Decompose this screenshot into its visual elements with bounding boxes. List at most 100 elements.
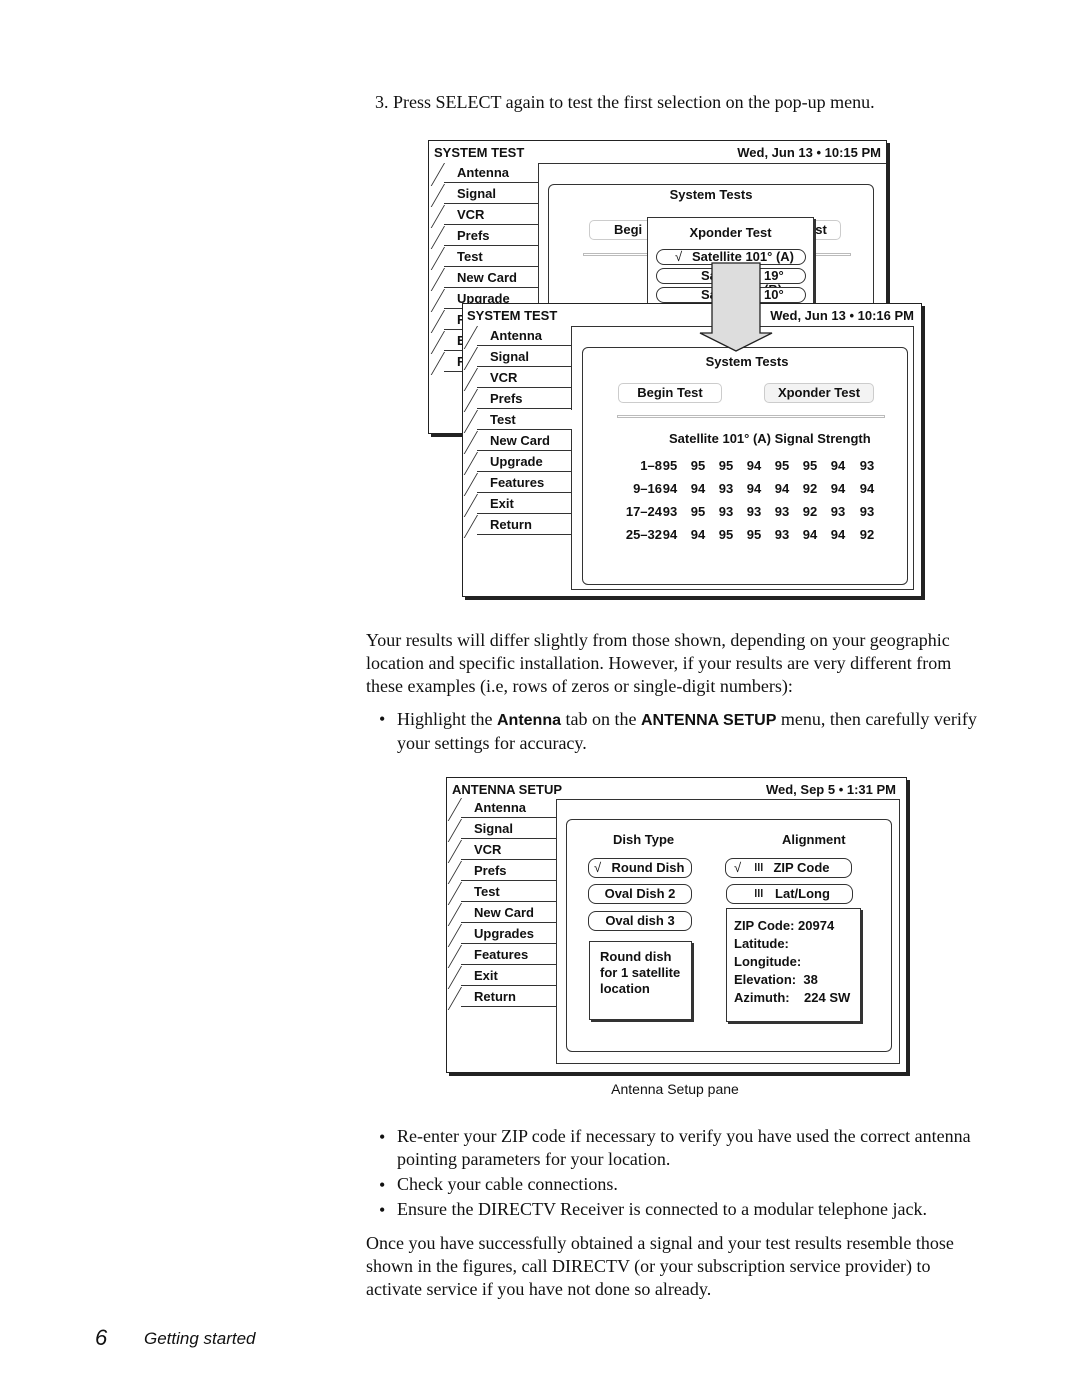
paragraph-activate: Once you have successfully obtained a si… [366,1233,954,1299]
dish-description: Round dish for 1 satellite location [589,941,692,1020]
signal-value: 94 [662,481,678,496]
signal-value: 95 [718,458,734,473]
tab-test[interactable]: Test [477,410,572,430]
signal-value: 92 [802,504,818,519]
tab-features[interactable]: Features [477,473,572,493]
signal-value: 93 [859,458,875,473]
signal-value: 93 [746,504,762,519]
latitude-value: Latitude: [734,936,789,951]
signal-strength-title: Satellite 101° (A) Signal Strength [669,431,871,446]
tab-test[interactable]: Test [444,247,539,267]
check-icon: √ [594,860,602,875]
tab-vcr[interactable]: VCR [477,368,572,388]
screen-title: SYSTEM TEST [467,308,558,323]
panel-title: System Tests [669,187,753,202]
signal-value: 95 [690,458,706,473]
signal-value: 93 [718,504,734,519]
signal-value: 93 [830,504,846,519]
tab-prefs[interactable]: Prefs [477,389,572,409]
button-label: Round Dish [611,860,685,875]
signal-value: 94 [690,481,706,496]
separator [617,415,885,418]
tab-prefs[interactable]: Prefs [444,226,539,246]
screen-datetime: Wed, Jun 13 • 10:15 PM [737,145,881,160]
signal-value: 95 [662,458,678,473]
signal-value: 93 [859,504,875,519]
tab-return[interactable]: Return [477,515,572,535]
signal-value: 95 [802,458,818,473]
screen-datetime: Wed, Sep 5 • 1:31 PM [765,782,896,797]
signal-value: 93 [774,527,790,542]
row-label: 1–8 [640,458,662,473]
dish-type-label: Dish Type [613,832,675,847]
tab-new-card[interactable]: New Card [461,903,557,923]
tab-return[interactable]: Return [461,987,557,1007]
tab-signal[interactable]: Signal [477,347,572,367]
round-dish-button[interactable]: √ Round Dish [588,858,692,878]
system-test-screen-front: SYSTEM TEST Wed, Jun 13 • 10:16 PM Anten… [462,303,922,597]
zip-code-button[interactable]: √ ZIP Code [725,858,852,878]
alignment-label: Alignment [782,832,846,847]
tab-features[interactable]: Features [461,945,557,965]
tab-vcr[interactable]: VCR [444,205,539,225]
bullet-zip: Re-enter your ZIP code if necessary to v… [397,1126,971,1169]
keypad-icon [755,863,764,871]
signal-value: 94 [859,481,875,496]
tab-upgrade[interactable]: Upgrade [477,452,572,472]
antenna-setup-term: ANTENNA SETUP [640,712,777,729]
signal-value: 94 [830,481,846,496]
oval-dish-3-button[interactable]: Oval dish 3 [588,911,692,931]
bullet-antenna: Highlight the Antenna tab on the ANTENNA… [397,708,987,755]
tab-antenna[interactable]: Antenna [461,798,557,818]
tab-signal[interactable]: Signal [461,819,557,839]
step-3-text: 3. Press SELECT again to test the first … [375,92,875,112]
screen-title: ANTENNA SETUP [452,782,563,797]
tab-test[interactable]: Test [461,882,557,902]
tab-upgrades[interactable]: Upgrades [461,924,557,944]
tab-exit[interactable]: Exit [477,494,572,514]
begin-test-button[interactable]: Begin Test [618,383,722,403]
screen-datetime: Wed, Jun 13 • 10:16 PM [770,308,914,323]
signal-value: 95 [690,504,706,519]
bullet-icon: • [379,709,386,729]
azimuth-value: Azimuth: 224 SW [734,990,851,1005]
signal-value: 94 [830,458,846,473]
bullet-icon: • [379,1175,386,1195]
page-number: 6 [95,1325,108,1350]
signal-value: 95 [718,527,734,542]
longitude-value: Longitude: [734,954,802,969]
antenna-setup-screen: ANTENNA SETUP Wed, Sep 5 • 1:31 PM Anten… [446,777,907,1073]
tab-new-card[interactable]: New Card [444,268,539,288]
figure-caption: Antenna Setup pane [611,1081,739,1097]
signal-value: 94 [830,527,846,542]
signal-value: 94 [802,527,818,542]
row-label: 25–32 [625,527,662,542]
manual-page: 3. Press SELECT again to test the first … [0,0,1080,1397]
tab-antenna[interactable]: Antenna [477,326,572,346]
signal-value: 93 [718,481,734,496]
panel-title: System Tests [705,354,789,369]
tab-prefs[interactable]: Prefs [461,861,557,881]
bullet-phone-jack: Ensure the DIRECTV Receiver is connected… [397,1199,927,1219]
bullet-icon: • [379,1127,386,1147]
signal-value: 95 [774,458,790,473]
tab-vcr[interactable]: VCR [461,840,557,860]
elevation-value: Elevation: 38 [734,972,818,987]
signal-value: 94 [774,481,790,496]
section-title: Getting started [144,1329,256,1348]
signal-value: 94 [690,527,706,542]
tab-antenna[interactable]: Antenna [444,163,539,183]
screen-title: SYSTEM TEST [434,145,525,160]
lat-long-button[interactable]: Lat/Long [726,884,853,904]
check-icon: √ [734,860,742,875]
oval-dish-2-button[interactable]: Oval Dish 2 [588,884,692,904]
row-label: 17–24 [625,504,662,519]
tab-exit[interactable]: Exit [461,966,557,986]
bullet-cables: Check your cable connections. [397,1174,618,1194]
tab-signal[interactable]: Signal [444,184,539,204]
signal-value: 92 [802,481,818,496]
xponder-test-button[interactable]: Xponder Test [764,383,874,403]
tab-new-card[interactable]: New Card [477,431,572,451]
signal-value: 93 [662,504,678,519]
paragraph-results: Your results will differ slightly from t… [366,630,952,696]
